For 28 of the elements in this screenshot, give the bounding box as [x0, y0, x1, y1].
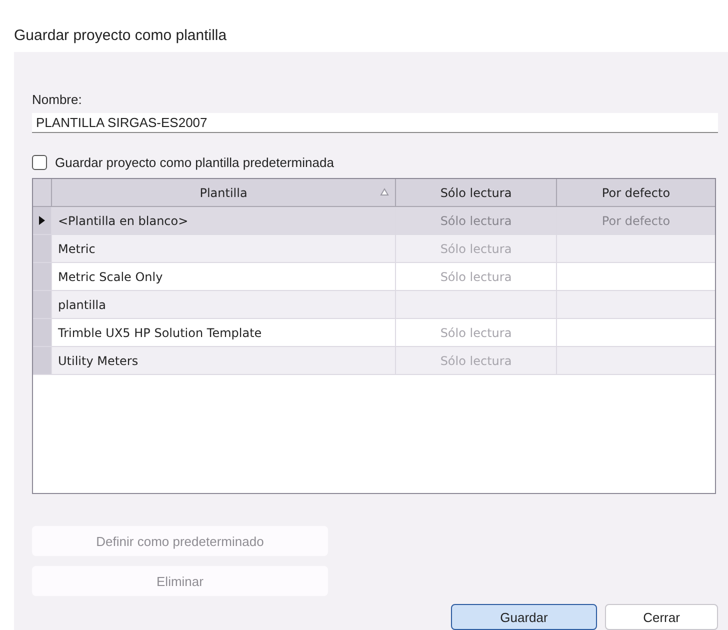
table-cell: Utility Meters [58, 354, 138, 368]
name-field[interactable]: PLANTILLA SIRGAS-ES2007 [32, 113, 718, 134]
sort-icon [380, 188, 389, 196]
table-cell: Sólo lectura [440, 214, 512, 228]
table-cell: Sólo lectura [440, 354, 512, 368]
checkbox-label[interactable]: Guardar proyecto como plantilla predeterminada [55, 155, 334, 170]
table-cell: Sólo lectura [440, 270, 512, 284]
table-cell: <Plantilla en blanco> [58, 214, 188, 228]
table-row[interactable]: Utility Meters Sólo lectura [33, 347, 715, 376]
table-cell: Trimble UX5 HP Solution Template [58, 326, 262, 340]
field-label: Nombre: [32, 92, 82, 107]
column-header[interactable]: Plantilla [200, 186, 248, 200]
table-row[interactable]: plantilla [33, 291, 715, 320]
table-cell: Sólo lectura [440, 326, 512, 340]
table-row[interactable]: <Plantilla en blanco> Sólo lectura Por defecto [33, 207, 715, 236]
table-cell: plantilla [58, 298, 106, 312]
table-cell: Metric [58, 242, 96, 256]
current-row-icon [39, 216, 45, 226]
save-button[interactable]: Guardar [451, 604, 597, 630]
close-button[interactable]: Cerrar [605, 604, 718, 630]
table-row[interactable]: Metric Sólo lectura [33, 235, 715, 264]
checkbox[interactable] [32, 155, 47, 170]
table-cell: Por defecto [602, 214, 670, 228]
column-header[interactable]: Sólo lectura [440, 186, 512, 200]
table-cell: Sólo lectura [440, 242, 512, 256]
table-cell: Metric Scale Only [58, 270, 163, 284]
column-header[interactable]: Por defecto [602, 186, 670, 200]
window-title: Guardar proyecto como plantilla [14, 27, 227, 44]
